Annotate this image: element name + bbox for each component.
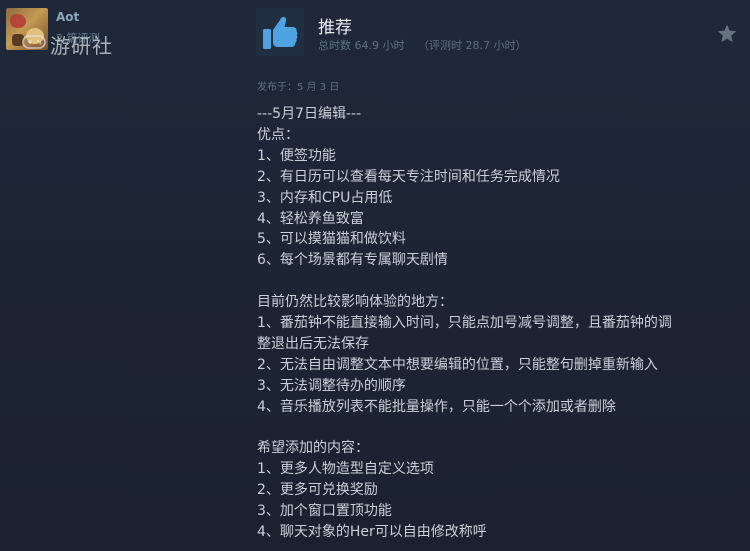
- review-line: 希望添加的内容：: [257, 440, 369, 457]
- star-icon: [717, 24, 737, 43]
- review-line: 3、内存和CPU占用低: [257, 189, 393, 206]
- review-line: 2、有日历可以查看每天专注时间和任务完成情况: [257, 168, 560, 185]
- reviewer-name[interactable]: Aot: [56, 10, 79, 24]
- review-line: 4、聊天对象的Her可以自由修改称呼: [257, 524, 487, 541]
- review-line: 目前仍然比较影响体验的地方：: [257, 294, 453, 311]
- review-verdict[interactable]: 推荐: [318, 13, 352, 38]
- review-line: 1、番茄钟不能直接输入时间，只能点加号减号调整，且番茄钟的调: [257, 315, 672, 332]
- review-line: 2、更多可兑换奖励: [257, 482, 378, 499]
- avatar-art: [10, 14, 26, 28]
- review-line: 6、每个场景都有专属聊天剧情: [257, 252, 448, 269]
- review-line: 4、轻松养鱼致富: [257, 210, 364, 227]
- review-page: Aot 2 篇评测 游研社 推荐 总时数 64.9 小时 （评测时 28.7 小…: [0, 0, 750, 551]
- thumbs-up-icon: [256, 8, 304, 56]
- gamepad-icon: [22, 35, 46, 49]
- total-hours: 总时数 64.9 小时: [318, 39, 405, 52]
- review-line: 1、更多人物造型自定义选项: [257, 461, 434, 478]
- watermark: 游研社: [22, 30, 122, 58]
- playtime-info: 总时数 64.9 小时 （评测时 28.7 小时）: [318, 37, 537, 53]
- review-line: 5、可以摸猫猫和做饮料: [257, 231, 406, 248]
- review-line: 优点：: [257, 126, 299, 143]
- watermark-text: 游研社: [50, 34, 113, 58]
- hours-at-review: （评测时 28.7 小时）: [418, 39, 527, 52]
- review-line: 2、无法自由调整文本中想要编辑的位置，只能整句删掉重新输入: [257, 356, 658, 373]
- review-line: 整退出后无法保存: [257, 335, 369, 352]
- review-line: 1、便签功能: [257, 147, 336, 164]
- review-line: 3、无法调整待办的顺序: [257, 377, 406, 394]
- review-line: 4、音乐播放列表不能批量操作，只能一个个添加或者删除: [257, 398, 616, 415]
- recommendation-badge: [256, 8, 304, 56]
- posted-date: 发布于：5 月 3 日: [257, 82, 340, 93]
- review-line: ---5月7日编辑---: [257, 106, 362, 122]
- award-button[interactable]: [715, 22, 739, 46]
- review-body: ---5月7日编辑--- 优点： 1、便签功能 2、有日历可以查看每天专注时间和任务完…: [257, 104, 742, 543]
- review-line: 3、加个窗口置顶功能: [257, 503, 392, 520]
